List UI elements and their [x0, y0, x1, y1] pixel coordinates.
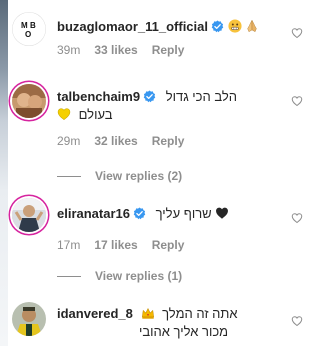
comment-text-continued: בעולם [78, 107, 113, 122]
timestamp: 17m [57, 238, 81, 252]
black-heart-icon [216, 207, 229, 219]
verified-badge-icon [133, 207, 146, 220]
username[interactable]: eliranatar16 [57, 206, 130, 221]
comment-meta: 39m 33 likes Reply [57, 42, 275, 58]
avatar-logo-image: M B O [12, 12, 46, 46]
praying-hands-icon [247, 20, 257, 32]
comment-text: הלב הכי גדול [165, 89, 237, 104]
reply-button[interactable]: Reply [152, 134, 185, 148]
comment-text-continued: מכור אליך אהובי [139, 324, 229, 339]
reply-button[interactable]: Reply [152, 238, 185, 252]
timestamp: 39m [57, 43, 81, 57]
view-replies-label: View replies (1) [95, 269, 183, 283]
comment-header: talbenchaim9 הלב הכי גדול [57, 88, 275, 106]
like-heart-icon[interactable] [291, 315, 303, 327]
grimace-face-icon [228, 19, 242, 33]
svg-text:O: O [25, 30, 31, 39]
reply-button[interactable]: Reply [152, 43, 185, 57]
likes-count[interactable]: 32 likes [94, 134, 137, 148]
background-edge [0, 0, 8, 346]
avatar[interactable] [12, 198, 46, 232]
view-replies-link[interactable]: View replies (1) [57, 268, 182, 284]
comment-text: שרוף עליך [155, 206, 212, 221]
timestamp: 29m [57, 134, 81, 148]
comment-text-line-2: בעולם [57, 106, 275, 124]
likes-count[interactable]: 17 likes [94, 238, 137, 252]
comment-text: אתה זה המלך [162, 306, 238, 321]
comment-header: eliranatar16 שרוף עליך [57, 205, 275, 223]
comment-text-line-2: מכור אליך אהובי [57, 323, 275, 341]
avatar[interactable] [12, 302, 46, 336]
view-replies-divider [57, 176, 81, 178]
view-replies-divider [57, 276, 81, 278]
avatar-photo-image [12, 198, 46, 232]
likes-count[interactable]: 33 likes [94, 43, 137, 57]
comment-meta: 17m 17 likes Reply [57, 237, 275, 253]
crown-icon [141, 308, 154, 319]
comment-header: idanvered_8 אתה זה המלך [57, 305, 275, 323]
like-heart-icon[interactable] [291, 95, 303, 107]
avatar[interactable]: M B O [12, 12, 46, 46]
view-replies-label: View replies (2) [95, 169, 183, 183]
username[interactable]: idanvered_8 [57, 306, 133, 321]
svg-text:B: B [30, 21, 36, 30]
avatar[interactable] [12, 84, 46, 118]
like-heart-icon[interactable] [291, 212, 303, 224]
verified-badge-icon [143, 90, 156, 103]
avatar-photo-image [12, 84, 46, 118]
svg-text:M: M [21, 21, 28, 30]
username[interactable]: talbenchaim9 [57, 89, 140, 104]
avatar-photo-image [12, 302, 46, 336]
like-heart-icon[interactable] [291, 27, 303, 39]
verified-badge-icon [211, 20, 224, 33]
comment-header: buzaglomaor_11_official [57, 18, 275, 36]
comment-meta: 29m 32 likes Reply [57, 133, 275, 149]
yellow-heart-icon [57, 108, 71, 121]
view-replies-link[interactable]: View replies (2) [57, 168, 182, 184]
username[interactable]: buzaglomaor_11_official [57, 19, 208, 34]
